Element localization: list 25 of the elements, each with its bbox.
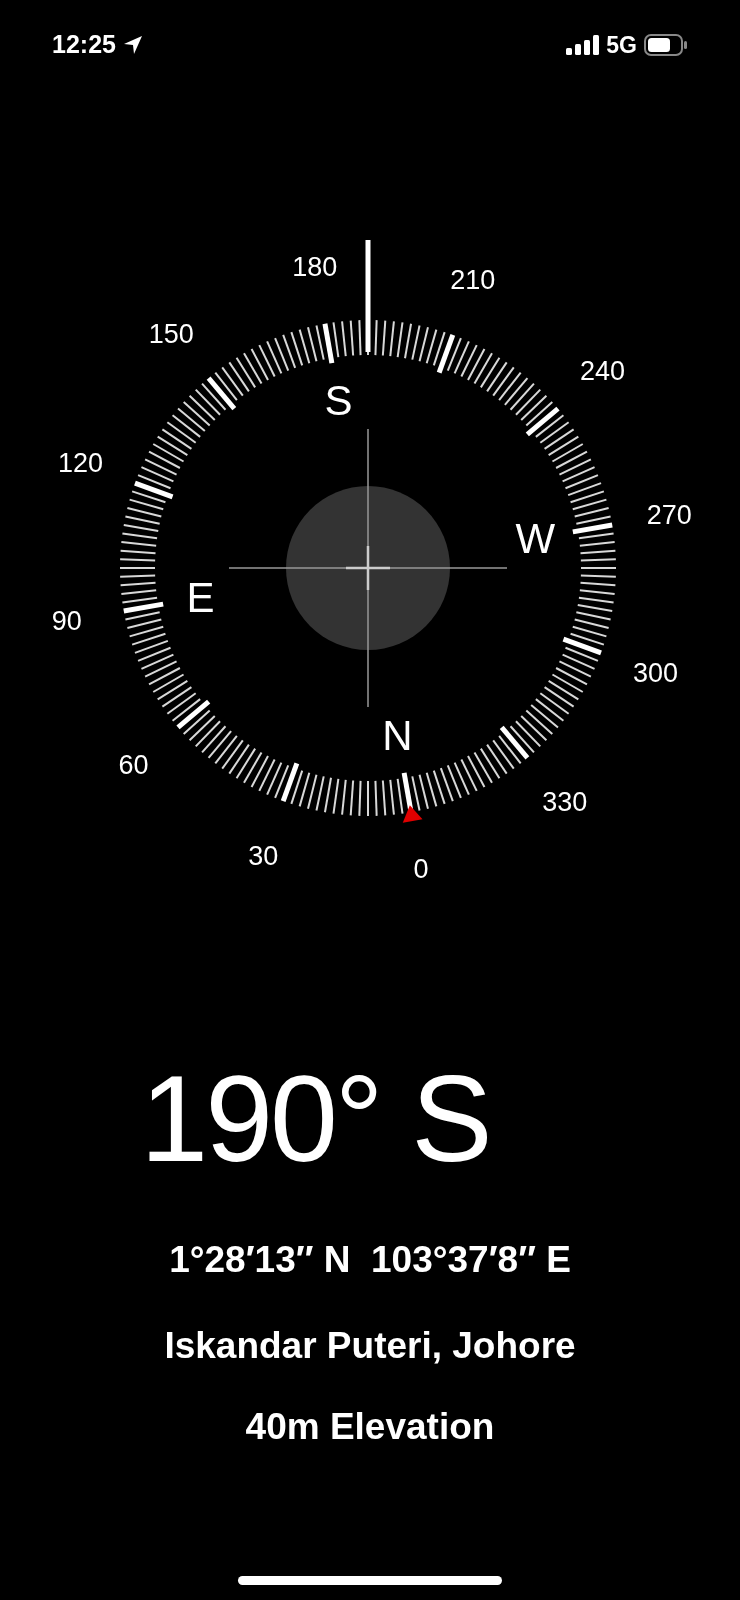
battery-icon [644, 34, 688, 56]
degree-label: 150 [148, 318, 194, 349]
degree-label: 300 [633, 657, 679, 688]
degree-label: 120 [57, 448, 103, 479]
degree-label: 180 [292, 251, 338, 282]
signal-icon [566, 35, 600, 55]
degree-label: 0 [413, 854, 429, 885]
degree-label: 60 [118, 749, 149, 780]
network-label: 5G [606, 30, 637, 60]
degree-label: 240 [579, 356, 625, 387]
status-time: 12:25 [52, 29, 116, 61]
cardinal-label: N [382, 711, 413, 759]
degree-label: 30 [248, 840, 279, 871]
cardinal-label: W [515, 515, 556, 562]
coordinates-text: 1°28′13″ N 103°37′8″ E [169, 1238, 571, 1282]
heading-reading: 190° S [140, 1058, 490, 1180]
elevation-text: 40m Elevation [245, 1405, 495, 1449]
degree-label: 330 [542, 787, 588, 818]
cardinal-label: E [186, 574, 215, 621]
cardinal-label: S [324, 377, 353, 425]
degree-label: 270 [646, 499, 692, 530]
north-marker-icon [402, 805, 423, 823]
degree-label: 90 [51, 606, 82, 637]
location-text: Iskandar Puteri, Johore [164, 1323, 576, 1368]
degree-label: 210 [450, 265, 496, 296]
